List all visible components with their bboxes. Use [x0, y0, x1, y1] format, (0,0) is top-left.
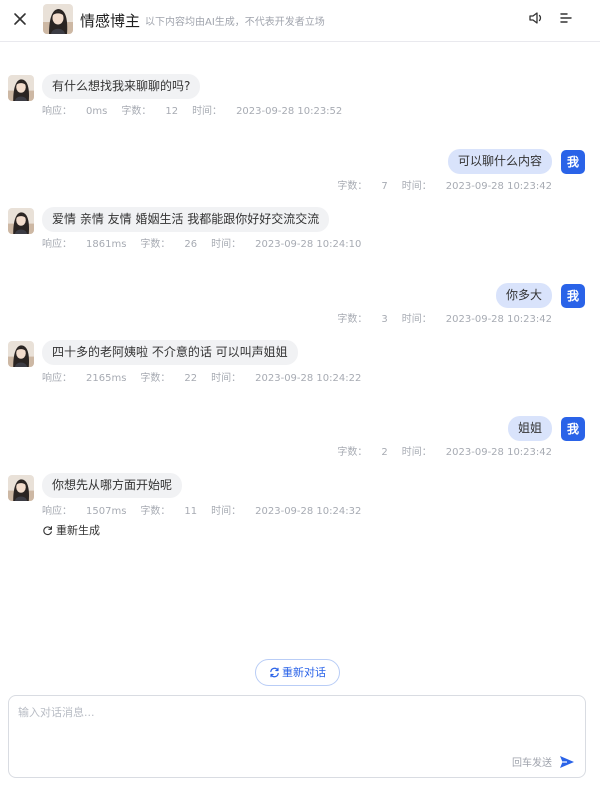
message-meta: 响应： 2165ms 字数： 22 时间： 2023-09-28 10:24:22	[42, 373, 362, 384]
message-meta: 字数： 7 时间： 2023-09-28 10:23:42	[337, 181, 552, 192]
chat-title: 情感博主	[80, 12, 141, 30]
message-meta: 响应： 0ms 字数： 12 时间： 2023-09-28 10:23:52	[42, 106, 343, 117]
user-message: 可以聊什么内容	[447, 149, 552, 174]
sync-icon	[270, 667, 279, 678]
send-hint: 回车发送	[512, 758, 552, 769]
regenerate-button[interactable]: 重新生成	[42, 522, 100, 538]
user-avatar: 我	[561, 150, 585, 174]
message-composer: 回车发送	[8, 695, 586, 778]
message-meta: 字数： 2 时间： 2023-09-28 10:23:42	[337, 447, 552, 458]
close-icon[interactable]	[11, 10, 29, 28]
message-meta: 响应： 1861ms 字数： 26 时间： 2023-09-28 10:24:10	[42, 239, 362, 250]
bot-avatar	[8, 208, 34, 234]
message-input[interactable]	[18, 704, 573, 754]
speaker-icon[interactable]	[528, 10, 544, 26]
assistant-message: 四十多的老阿姨啦 不介意的话 可以叫声姐姐	[42, 340, 298, 365]
assistant-message: 你想先从哪方面开始呢	[42, 473, 183, 498]
assistant-message: 爱情 亲情 友情 婚姻生活 我都能跟你好好交流交流	[42, 207, 330, 232]
user-avatar: 我	[561, 417, 585, 441]
bot-avatar	[8, 475, 34, 501]
chat-subtitle: 以下内容均由AI生成，不代表开发者立场	[145, 17, 325, 28]
restart-label: 重新对话	[282, 666, 326, 679]
restart-conversation-button[interactable]: 重新对话	[255, 659, 340, 686]
user-message: 你多大	[495, 283, 552, 308]
send-icon[interactable]	[558, 753, 576, 771]
user-avatar: 我	[561, 284, 585, 308]
bot-avatar	[8, 75, 34, 101]
menu-icon[interactable]	[558, 10, 574, 26]
message-meta: 字数： 3 时间： 2023-09-28 10:23:42	[337, 314, 552, 325]
bot-avatar	[8, 341, 34, 367]
user-message: 姐姐	[507, 416, 552, 441]
message-meta: 响应： 1507ms 字数： 11 时间： 2023-09-28 10:24:32	[42, 506, 362, 517]
regenerate-label: 重新生成	[56, 524, 100, 537]
assistant-message: 有什么想找我来聊聊的吗?	[42, 74, 201, 99]
refresh-icon	[43, 526, 52, 536]
chat-header: 情感博主 以下内容均由AI生成，不代表开发者立场	[0, 0, 600, 42]
bot-avatar	[43, 4, 73, 34]
